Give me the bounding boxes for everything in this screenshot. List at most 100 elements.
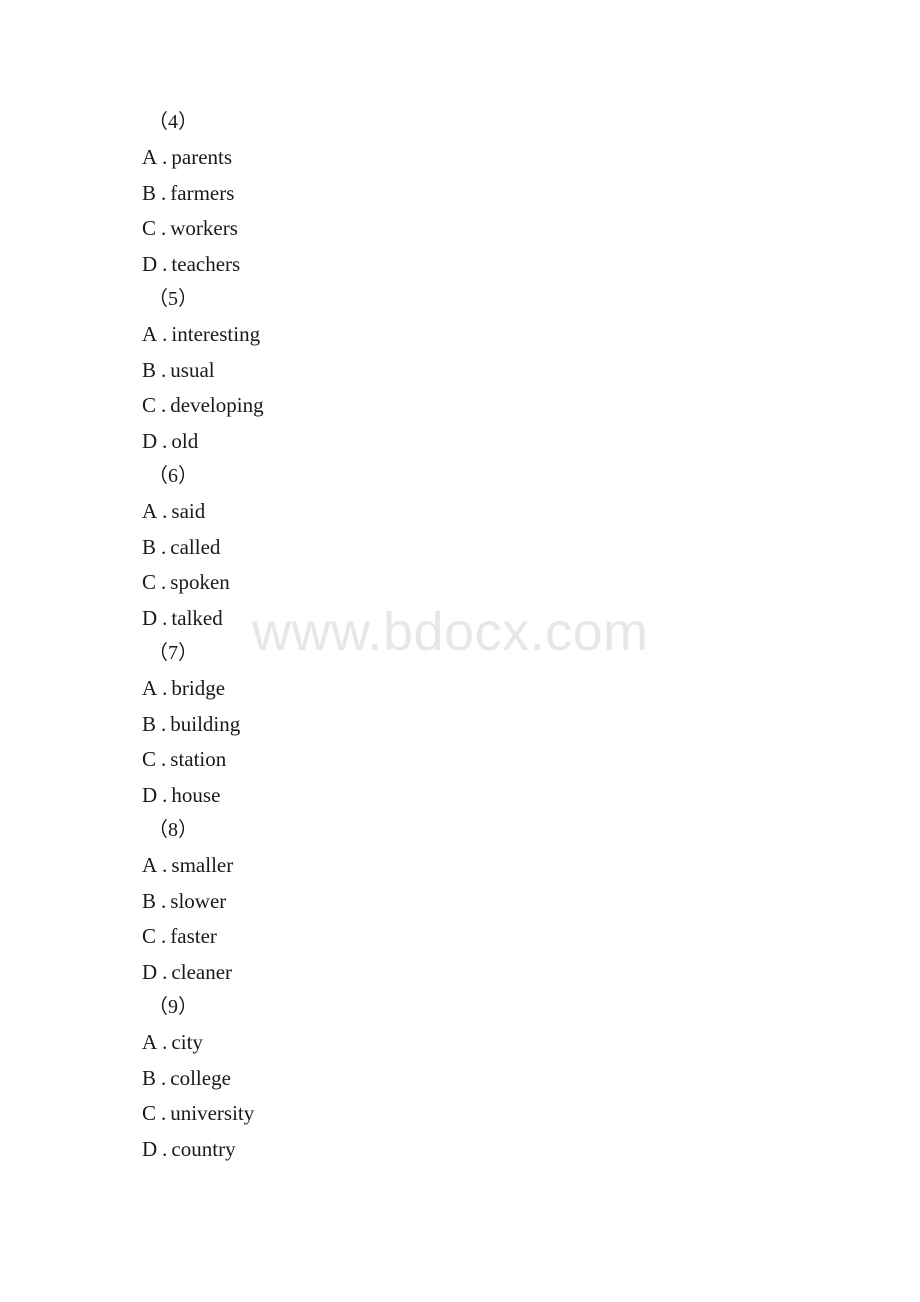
option-text: cleaner	[171, 959, 233, 984]
option-text: bridge	[171, 676, 226, 701]
answer-option[interactable]: B. usual	[142, 358, 215, 383]
option-text: farmers	[170, 180, 235, 205]
answer-option[interactable]: A. smaller	[142, 853, 233, 878]
option-letter: D	[142, 251, 158, 276]
answer-option[interactable]: C. workers	[142, 216, 238, 241]
question-number: （6）	[148, 465, 198, 487]
option-separator: .	[162, 782, 168, 807]
option-separator: .	[161, 747, 167, 772]
option-text: developing	[170, 393, 264, 418]
answer-option[interactable]: D. old	[142, 429, 198, 454]
option-separator: .	[161, 888, 167, 913]
answer-option[interactable]: A. parents	[142, 145, 232, 170]
answer-option[interactable]: A. city	[142, 1030, 203, 1055]
option-text: called	[170, 534, 221, 559]
answer-option[interactable]: B. slower	[142, 889, 226, 914]
option-separator: .	[162, 959, 168, 984]
answer-option[interactable]: B. called	[142, 535, 220, 560]
option-letter: A	[142, 1030, 158, 1055]
option-separator: .	[162, 322, 168, 347]
option-separator: .	[161, 570, 167, 595]
answer-option[interactable]: B. farmers	[142, 181, 234, 206]
option-letter: B	[142, 1065, 157, 1090]
option-letter: A	[142, 322, 158, 347]
option-letter: B	[142, 888, 157, 913]
option-separator: .	[161, 1101, 167, 1126]
option-separator: .	[161, 534, 167, 559]
option-letter: D	[142, 1136, 158, 1161]
option-text: workers	[170, 216, 238, 241]
option-separator: .	[162, 145, 168, 170]
answer-option[interactable]: A. bridge	[142, 676, 225, 701]
option-letter: B	[142, 534, 157, 559]
option-text: talked	[171, 605, 223, 630]
option-separator: .	[162, 1136, 168, 1161]
option-text: faster	[170, 924, 217, 949]
option-letter: C	[142, 570, 157, 595]
option-letter: C	[142, 216, 157, 241]
option-letter: C	[142, 1101, 157, 1126]
option-letter: C	[142, 393, 157, 418]
option-text: smaller	[171, 853, 234, 878]
option-text: parents	[171, 145, 233, 170]
answer-option[interactable]: D. cleaner	[142, 960, 232, 985]
answer-option[interactable]: D. country	[142, 1137, 236, 1162]
answer-option[interactable]: C. station	[142, 747, 226, 772]
site-watermark: www.bdocx.com	[252, 602, 649, 662]
option-letter: D	[142, 605, 158, 630]
option-separator: .	[161, 393, 167, 418]
option-letter: A	[142, 499, 158, 524]
question-number: （9）	[148, 996, 198, 1018]
answer-option[interactable]: C. developing	[142, 393, 264, 418]
option-text: slower	[170, 888, 227, 913]
answer-option[interactable]: B. college	[142, 1066, 231, 1091]
option-separator: .	[161, 1065, 167, 1090]
option-text: house	[171, 782, 221, 807]
question-number: （4）	[148, 111, 198, 133]
option-letter: B	[142, 711, 157, 736]
option-text: station	[170, 747, 227, 772]
option-text: university	[170, 1101, 255, 1126]
option-letter: B	[142, 180, 157, 205]
option-letter: A	[142, 676, 158, 701]
option-letter: B	[142, 357, 157, 382]
answer-option[interactable]: B. building	[142, 712, 240, 737]
option-text: old	[171, 428, 199, 453]
option-separator: .	[162, 499, 168, 524]
option-separator: .	[161, 216, 167, 241]
answer-option[interactable]: C. faster	[142, 924, 217, 949]
answer-option[interactable]: A. interesting	[142, 322, 260, 347]
option-separator: .	[162, 853, 168, 878]
option-text: interesting	[171, 322, 261, 347]
answer-option[interactable]: D. house	[142, 783, 220, 808]
option-letter: C	[142, 747, 157, 772]
answer-option[interactable]: D. talked	[142, 606, 223, 631]
option-text: building	[170, 711, 241, 736]
option-separator: .	[161, 711, 167, 736]
option-text: said	[171, 499, 206, 524]
document-page: www.bdocx.com （4） A. parents B. farmers C. wor…	[0, 0, 920, 1302]
option-text: teachers	[171, 251, 241, 276]
option-separator: .	[162, 251, 168, 276]
question-number: （5）	[148, 288, 198, 310]
question-number: （7）	[148, 642, 198, 664]
option-letter: D	[142, 428, 158, 453]
option-separator: .	[161, 357, 167, 382]
answer-option[interactable]: A. said	[142, 499, 205, 524]
option-text: spoken	[170, 570, 230, 595]
option-text: usual	[170, 357, 215, 382]
option-letter: A	[142, 853, 158, 878]
answer-option[interactable]: C. university	[142, 1101, 254, 1126]
option-separator: .	[162, 605, 168, 630]
option-letter: D	[142, 782, 158, 807]
answer-option[interactable]: C. spoken	[142, 570, 230, 595]
option-text: college	[170, 1065, 231, 1090]
option-text: city	[171, 1030, 203, 1055]
option-letter: D	[142, 959, 158, 984]
option-text: country	[171, 1136, 236, 1161]
option-letter: C	[142, 924, 157, 949]
answer-option[interactable]: D. teachers	[142, 252, 240, 277]
option-separator: .	[161, 924, 167, 949]
option-separator: .	[162, 1030, 168, 1055]
option-letter: A	[142, 145, 158, 170]
